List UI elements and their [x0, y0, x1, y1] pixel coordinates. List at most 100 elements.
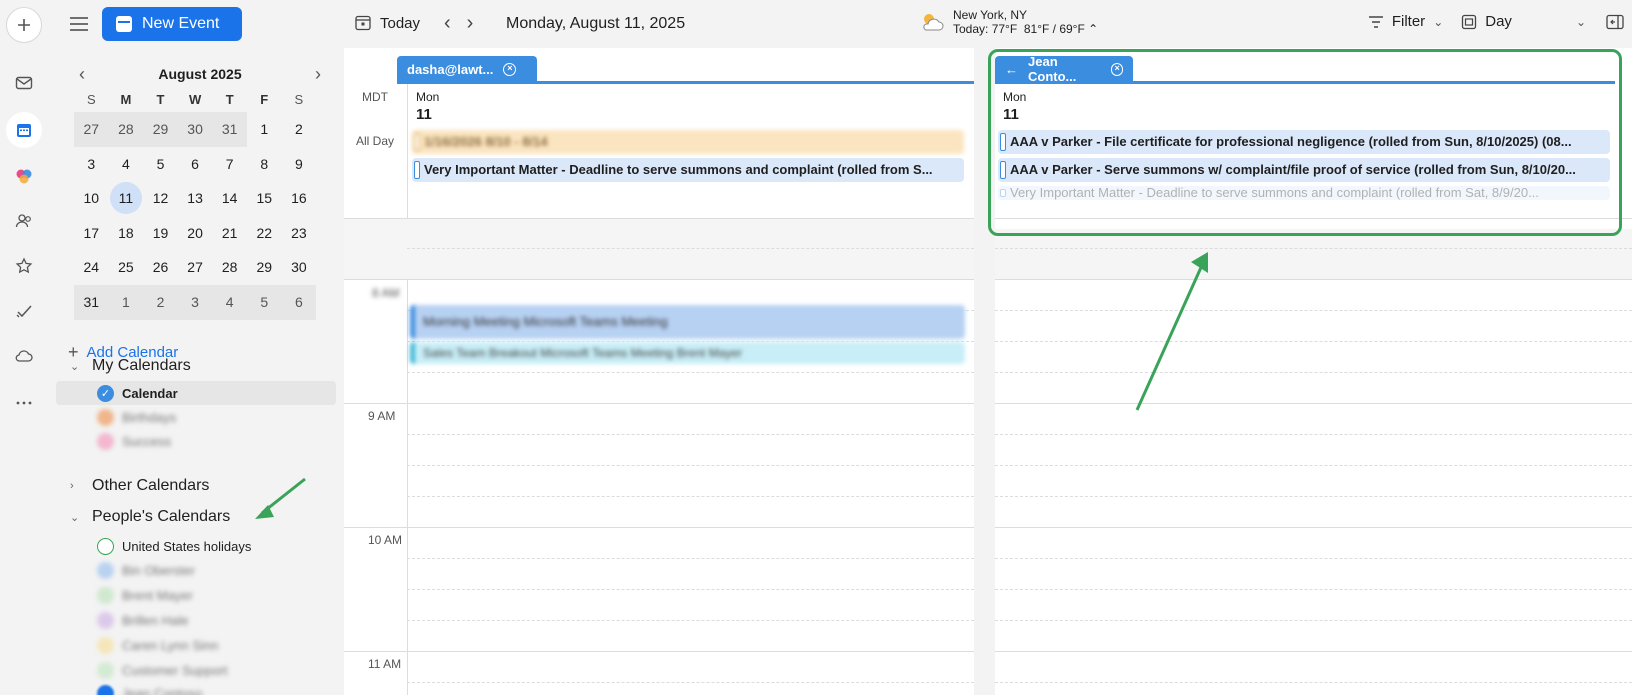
mini-calendar-day[interactable]: 4 [109, 147, 144, 182]
hour-label: 8 AM [372, 286, 400, 300]
mini-calendar-day[interactable]: 29 [143, 112, 178, 147]
mini-calendar-day[interactable]: 19 [143, 216, 178, 251]
calendar-item-person[interactable]: Brent Mayer [56, 583, 336, 607]
hamburger-menu-icon[interactable] [68, 14, 90, 34]
today-label: Today [380, 14, 421, 32]
weather-widget[interactable]: New York, NY Today: 77°F 81°F / 69°F ⌃ [919, 8, 1098, 36]
mini-calendar-day[interactable]: 11 [109, 181, 144, 216]
mini-calendar-day[interactable]: 13 [178, 181, 213, 216]
mini-calendar-day[interactable]: 2 [143, 284, 178, 320]
mini-calendar-day[interactable]: 9 [282, 147, 317, 182]
mini-calendar-day[interactable]: 27 [178, 250, 213, 285]
peoples-calendars-label: People's Calendars [92, 508, 231, 525]
copilot-icon[interactable] [6, 158, 42, 194]
timed-event-morning-meeting[interactable]: Morning Meeting Microsoft Teams Meeting [410, 305, 965, 339]
view-chevron-down-icon[interactable]: ⌄ [1576, 15, 1586, 29]
all-day-event[interactable]: Very Important Matter - Deadline to serv… [412, 158, 964, 182]
mini-calendar-day[interactable]: 6 [178, 147, 213, 182]
weekday-header: F [260, 92, 269, 107]
calendar-icon[interactable] [6, 112, 42, 148]
calendar-item-jean-contoso[interactable]: Jean Contoso [56, 681, 336, 695]
mini-calendar-day[interactable]: 23 [282, 216, 317, 251]
mini-calendar-day[interactable]: 20 [178, 216, 213, 251]
mini-calendar-day[interactable]: 1 [108, 284, 144, 320]
mini-calendar-day[interactable]: 30 [282, 250, 317, 285]
compose-plus-icon[interactable] [6, 7, 42, 43]
mini-calendar-day[interactable]: 3 [177, 284, 213, 320]
mail-icon[interactable] [6, 65, 42, 101]
today-button[interactable]: Today [354, 14, 420, 32]
next-day-icon[interactable]: › [467, 12, 474, 35]
mini-calendar-day[interactable]: 1 [247, 112, 282, 147]
mini-calendar-day[interactable]: 14 [212, 181, 247, 216]
scroll-overlap-band [995, 229, 1632, 279]
calendar-item-person[interactable]: Customer Support [56, 658, 336, 682]
mini-calendar-day[interactable]: 30 [177, 112, 213, 147]
quarter-line [995, 620, 1632, 621]
calendar-tab-dasha[interactable]: dasha@lawt... × [397, 56, 537, 82]
weekday-header: S [86, 92, 96, 107]
calendar-item-label: Brent Mayer [122, 587, 193, 603]
mini-calendar-day[interactable]: 15 [247, 181, 282, 216]
calendar-item-birthdays[interactable]: Birthdays [56, 405, 336, 429]
mini-calendar-day[interactable]: 24 [74, 250, 109, 285]
todo-check-icon[interactable] [6, 293, 42, 329]
calendar-item-person[interactable]: Caren Lynn Sinn [56, 633, 336, 657]
mini-calendar-day[interactable]: 4 [212, 284, 247, 320]
close-tab-icon[interactable]: × [503, 62, 517, 76]
mini-calendar-day[interactable]: 28 [108, 112, 144, 147]
hour-label: 9 AM [368, 409, 396, 423]
sort-chevron-icon: ⌃ [1088, 22, 1099, 36]
mini-calendar-day[interactable]: 27 [74, 112, 109, 147]
mini-calendar-day[interactable]: 31 [212, 112, 247, 147]
checked-circle-icon: ✓ [97, 384, 114, 402]
mini-calendar-day[interactable]: 2 [282, 112, 317, 147]
calendar-item-us-holidays[interactable]: United States holidays [56, 534, 336, 558]
mini-next-month-icon[interactable]: › [308, 64, 328, 84]
mini-calendar-day[interactable]: 29 [247, 250, 282, 285]
star-icon[interactable] [6, 248, 42, 284]
mini-calendar-day[interactable]: 5 [246, 284, 282, 320]
mini-calendar-day[interactable]: 3 [74, 147, 109, 182]
half-hour-line [407, 589, 974, 590]
mini-calendar-day[interactable]: 12 [143, 181, 178, 216]
other-calendars-group[interactable]: › Other Calendars [70, 477, 209, 495]
calendar-item-calendar[interactable]: ✓ Calendar [56, 381, 336, 405]
calendar-item-success[interactable]: Success [56, 429, 336, 453]
mini-calendar-day[interactable]: 26 [143, 250, 178, 285]
weekday-header: M [120, 92, 132, 107]
previous-day-icon[interactable]: ‹ [444, 12, 451, 35]
timed-event-sales-breakout[interactable]: Sales Team Breakout Microsoft Teams Meet… [410, 342, 965, 364]
calendar-item-person[interactable]: Bin Oberster [56, 558, 336, 582]
view-switcher[interactable]: Day [1461, 13, 1512, 30]
mini-calendar-day[interactable]: 21 [212, 216, 247, 251]
day-name: Mon [416, 90, 440, 104]
people-icon[interactable] [6, 203, 42, 239]
mini-calendar-day[interactable]: 8 [247, 147, 282, 182]
calendar-item-person[interactable]: Brillen Hale [56, 608, 336, 632]
cloud-icon[interactable] [6, 338, 42, 374]
mini-calendar-day[interactable]: 28 [212, 250, 247, 285]
new-event-icon [116, 16, 132, 32]
mini-calendar-day[interactable]: 6 [281, 284, 317, 320]
more-apps-icon[interactable] [6, 385, 42, 421]
side-panel-icon[interactable] [1606, 14, 1624, 30]
calendar-item-label: Birthdays [122, 409, 177, 425]
mini-calendar-day[interactable]: 18 [109, 216, 144, 251]
mini-calendar-day[interactable]: 5 [143, 147, 178, 182]
all-day-event[interactable]: 1/16/2026 8/10 - 8/14 [412, 130, 964, 154]
new-event-button[interactable]: New Event [102, 7, 242, 41]
peoples-calendars-group[interactable]: ⌄ People's Calendars [70, 508, 230, 526]
circle-icon [97, 611, 114, 629]
mini-calendar-day[interactable]: 25 [109, 250, 144, 285]
mini-calendar-day[interactable]: 7 [212, 147, 247, 182]
mini-calendar-day[interactable]: 17 [74, 216, 109, 251]
mini-calendar-day[interactable]: 31 [74, 284, 109, 320]
mini-calendar-day[interactable]: 22 [247, 216, 282, 251]
my-calendars-group[interactable]: ⌄ My Calendars [70, 357, 191, 375]
filter-button[interactable]: Filter ⌄ [1368, 13, 1443, 30]
mini-calendar-day[interactable]: 16 [282, 181, 317, 216]
hour-line [995, 527, 1632, 528]
quarter-line [407, 682, 974, 683]
mini-calendar-day[interactable]: 10 [74, 181, 109, 216]
